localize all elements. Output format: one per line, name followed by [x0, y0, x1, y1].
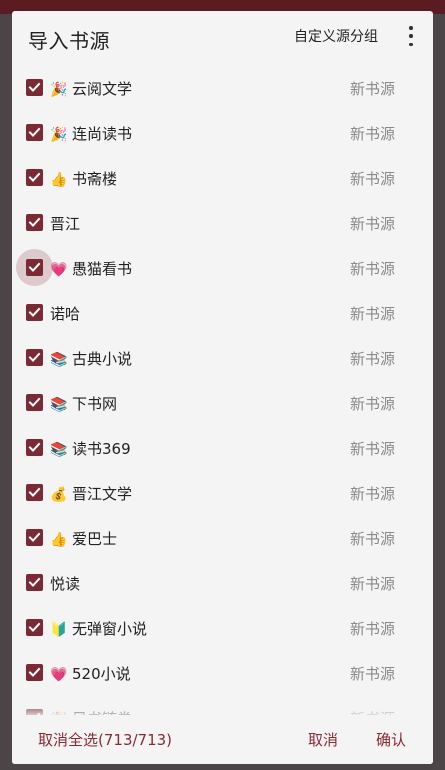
source-list[interactable]: 🎉 云阅文学 新书源 🎉 连尚读书 新书源 👍 书斋楼 新书源 晋江 新书源 💗 愚猫看书 新书源 诺哈 新书…: [12, 65, 433, 715]
dialog-footer: 取消全选(713/713) 取消 确认: [12, 718, 433, 764]
item-emoji-icon: 💗: [50, 262, 68, 278]
item-emoji-icon: 💗: [50, 667, 68, 683]
custom-group-button[interactable]: 自定义源分组: [294, 24, 378, 48]
item-label: 📚 下书网: [50, 393, 117, 414]
list-item[interactable]: 👍 爱巴士 新书源: [12, 516, 433, 561]
list-item[interactable]: 📚 读书369 新书源: [12, 426, 433, 471]
item-emoji-icon: 📚: [50, 397, 68, 413]
more-vert-icon[interactable]: [405, 24, 417, 46]
backdrop-right: [433, 14, 445, 770]
item-name: 连尚读书: [72, 125, 133, 143]
item-checkbox[interactable]: [26, 349, 43, 366]
item-checkbox[interactable]: [26, 619, 43, 636]
item-emoji-icon: 🎉: [50, 127, 68, 143]
item-checkbox[interactable]: [26, 214, 43, 231]
item-emoji-icon: 👍: [50, 532, 68, 548]
item-status: 新书源: [349, 665, 395, 683]
item-label: 📚 读书369: [50, 438, 131, 459]
item-name: 悦读: [50, 575, 81, 593]
list-item[interactable]: 🎉 云阅文学 新书源: [12, 66, 433, 111]
item-emoji-icon: 📚: [50, 352, 68, 368]
item-checkbox[interactable]: [26, 484, 43, 501]
item-checkbox[interactable]: [26, 79, 43, 96]
item-label: 💰 晋江文学: [50, 483, 132, 504]
item-checkbox[interactable]: [26, 529, 43, 546]
item-status: 新书源: [349, 530, 395, 548]
item-name: 古典小说: [72, 350, 133, 368]
item-label: 晋江: [50, 213, 80, 234]
item-label: 🎉 云阅文学: [50, 78, 132, 99]
item-name: 无弹窗小说: [72, 620, 148, 638]
item-status: 新书源: [349, 125, 395, 143]
item-status: 新书源: [349, 260, 395, 278]
item-label: 💗 520小说: [50, 663, 131, 684]
dialog-title: 导入书源: [28, 29, 110, 53]
item-name: 520小说: [72, 665, 131, 683]
item-name: 云阅文学: [72, 80, 133, 98]
backdrop-left: [0, 14, 12, 770]
item-name: 晋江文学: [72, 485, 133, 503]
item-name: 下书网: [72, 395, 118, 413]
list-item[interactable]: 🔰 无弹窗小说 新书源: [12, 606, 433, 651]
item-checkbox[interactable]: [26, 664, 43, 681]
item-checkbox[interactable]: [26, 439, 43, 456]
item-label: 📚 古典小说: [50, 348, 132, 369]
item-emoji-icon: 📚: [50, 442, 68, 458]
list-item[interactable]: 💗 愚猫看书 新书源: [12, 246, 433, 291]
list-item[interactable]: 🎉 连尚读书 新书源: [12, 111, 433, 156]
item-status: 新书源: [349, 305, 395, 323]
item-checkbox[interactable]: [26, 124, 43, 141]
item-name: 爱巴士: [72, 530, 118, 548]
item-label: 🎉 连尚读书: [50, 123, 132, 144]
list-item[interactable]: 晋江 新书源: [12, 201, 433, 246]
item-label: 悦读: [50, 573, 80, 594]
item-emoji-icon: 💰: [50, 487, 68, 503]
confirm-button[interactable]: 确认: [376, 729, 406, 750]
list-item[interactable]: 👍 书斋楼 新书源: [12, 156, 433, 201]
list-item[interactable]: 📚 下书网 新书源: [12, 381, 433, 426]
item-label: 🔰 无弹窗小说: [50, 618, 147, 639]
item-label: 👍 爱巴士: [50, 528, 117, 549]
list-item[interactable]: 📚 古典小说 新书源: [12, 336, 433, 381]
item-status: 新书源: [349, 215, 395, 233]
item-name: 诺哈: [50, 305, 81, 323]
dialog-header: 导入书源 自定义源分组: [12, 11, 433, 65]
item-emoji-icon: 👍: [50, 172, 68, 188]
item-status: 新书源: [349, 395, 395, 413]
item-emoji-icon: 🎉: [50, 82, 68, 98]
item-checkbox[interactable]: [26, 169, 43, 186]
item-status: 新书源: [349, 575, 395, 593]
item-status: 新书源: [349, 170, 395, 188]
import-source-dialog: 导入书源 自定义源分组 🎉 云阅文学 新书源 🎉 连尚读书 新书源 👍 书斋楼 新书源 晋江 新书源…: [12, 11, 433, 764]
item-checkbox[interactable]: [26, 304, 43, 321]
item-status: 新书源: [349, 440, 395, 458]
cancel-button[interactable]: 取消: [308, 729, 338, 750]
item-name: 晋江: [50, 215, 81, 233]
list-item[interactable]: 💗 520小说 新书源: [12, 651, 433, 696]
list-fade: [12, 701, 433, 719]
item-name: 书斋楼: [72, 170, 118, 188]
item-label: 👍 书斋楼: [50, 168, 117, 189]
item-status: 新书源: [349, 620, 395, 638]
item-emoji-icon: 🔰: [50, 622, 68, 638]
item-status: 新书源: [349, 485, 395, 503]
list-item[interactable]: 诺哈 新书源: [12, 291, 433, 336]
toggle-select-all-button[interactable]: 取消全选(713/713): [38, 729, 172, 750]
item-label: 💗 愚猫看书: [50, 258, 132, 279]
item-checkbox[interactable]: [26, 394, 43, 411]
list-item[interactable]: 悦读 新书源: [12, 561, 433, 606]
item-status: 新书源: [349, 350, 395, 368]
item-name: 读书369: [72, 440, 131, 458]
item-name: 愚猫看书: [72, 260, 133, 278]
item-checkbox[interactable]: [26, 259, 43, 276]
item-label: 诺哈: [50, 303, 80, 324]
list-item[interactable]: 💰 晋江文学 新书源: [12, 471, 433, 516]
item-status: 新书源: [349, 80, 395, 98]
item-checkbox[interactable]: [26, 574, 43, 591]
